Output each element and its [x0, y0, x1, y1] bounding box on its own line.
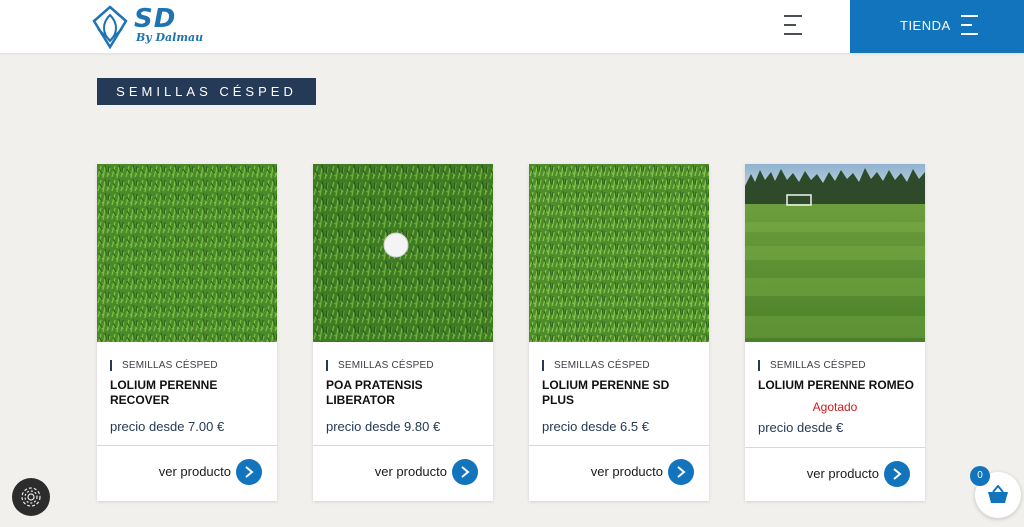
tienda-menu-icon [961, 15, 978, 35]
product-price: precio desde 6.5 € [542, 419, 649, 434]
basket-icon [988, 485, 1008, 503]
view-product-button[interactable]: ver producto [529, 459, 709, 485]
chevron-right-icon[interactable] [668, 459, 694, 485]
product-title[interactable]: LOLIUM PERENNE RECOVER [110, 378, 270, 408]
card-divider [745, 447, 925, 448]
card-divider [97, 445, 277, 446]
view-product-label: ver producto [590, 464, 663, 479]
product-category: SEMILLAS CÉSPED [326, 360, 434, 371]
site-header: SD By Dalmau TIENDA [0, 0, 1024, 53]
card-divider [313, 445, 493, 446]
cart-count-badge: 0 [970, 466, 990, 486]
product-title[interactable]: LOLIUM PERENNE SD PLUS [542, 378, 702, 408]
product-price: precio desde 9.80 € [326, 419, 441, 434]
product-price: precio desde 7.00 € [110, 419, 225, 434]
view-product-button[interactable]: ver producto [97, 459, 277, 485]
product-image[interactable] [97, 164, 277, 342]
chevron-right-icon[interactable] [236, 459, 262, 485]
product-title[interactable]: LOLIUM PERENNE ROMEO [758, 378, 918, 393]
product-card[interactable]: SEMILLAS CÉSPED LOLIUM PERENNE ROMEO Ago… [745, 164, 925, 501]
category-heading: SEMILLAS CÉSPED [97, 78, 316, 105]
chevron-right-icon[interactable] [452, 459, 478, 485]
product-price: precio desde € [758, 420, 844, 435]
product-image[interactable] [745, 164, 925, 342]
site-logo[interactable]: SD By Dalmau [90, 4, 210, 50]
logo-leaf-icon [92, 5, 128, 49]
product-category: SEMILLAS CÉSPED [542, 360, 650, 371]
product-card[interactable]: SEMILLAS CÉSPED LOLIUM PERENNE SD PLUS p… [529, 164, 709, 501]
product-category: SEMILLAS CÉSPED [758, 360, 866, 371]
view-product-button[interactable]: ver producto [313, 459, 493, 485]
product-card[interactable]: SEMILLAS CÉSPED LOLIUM PERENNE RECOVER p… [97, 164, 277, 501]
chevron-right-icon[interactable] [884, 461, 910, 487]
golf-ball-icon [383, 232, 409, 258]
product-title[interactable]: POA PRATENSIS LIBERATOR [326, 378, 486, 408]
view-product-label: ver producto [806, 466, 879, 481]
product-image[interactable] [529, 164, 709, 342]
hamburger-menu-icon[interactable] [784, 15, 802, 35]
product-card[interactable]: SEMILLAS CÉSPED POA PRATENSIS LIBERATOR … [313, 164, 493, 501]
view-product-label: ver producto [374, 464, 447, 479]
logo-text: SD [134, 4, 177, 34]
product-category: SEMILLAS CÉSPED [110, 360, 218, 371]
card-divider [529, 445, 709, 446]
view-product-button[interactable]: ver producto [745, 461, 925, 487]
logo-subtitle: By Dalmau [136, 31, 204, 44]
tienda-button[interactable]: TIENDA [850, 0, 1024, 53]
tienda-label: TIENDA [900, 18, 951, 33]
sold-out-label: Agotado [812, 400, 858, 414]
fingerprint-widget-icon[interactable] [12, 478, 50, 516]
product-image[interactable] [313, 164, 493, 342]
view-product-label: ver producto [158, 464, 231, 479]
